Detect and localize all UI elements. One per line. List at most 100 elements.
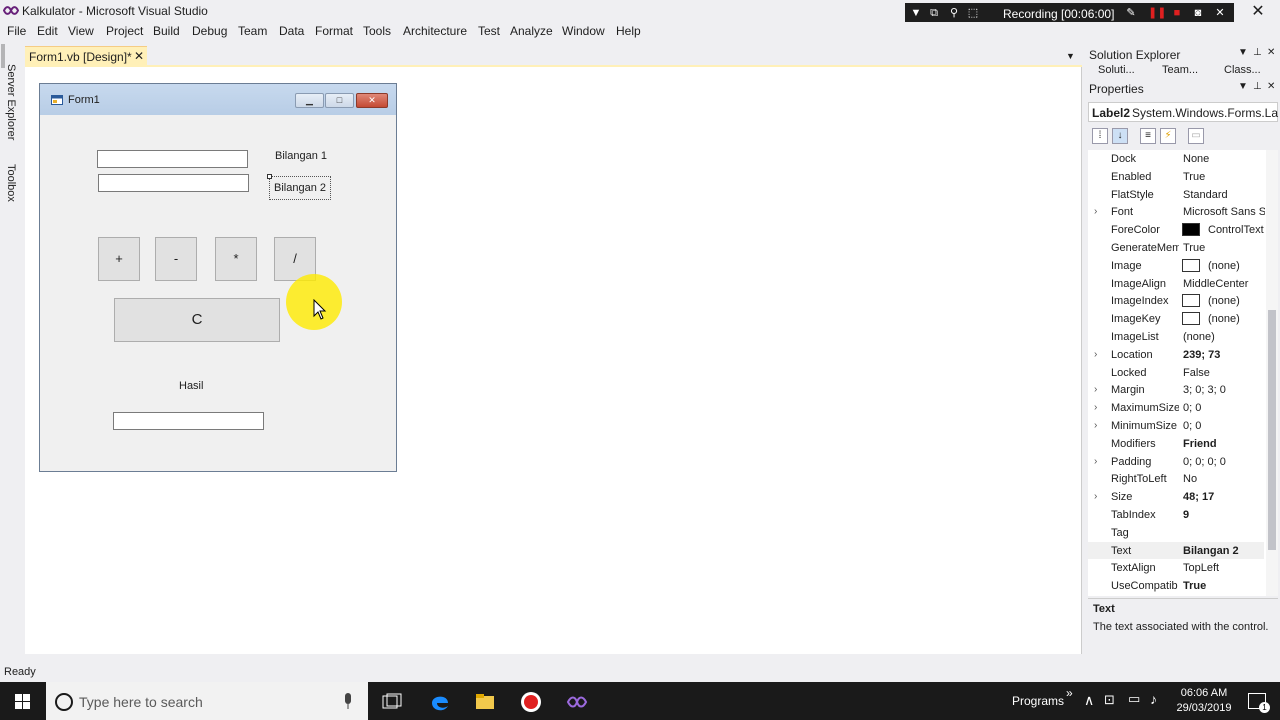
property-value[interactable]: (none) <box>1183 331 1265 343</box>
property-row[interactable]: UseCompatib True <box>1088 577 1264 595</box>
window-close-icon[interactable]: ✕ <box>1243 1 1273 23</box>
property-row[interactable]: › Padding 0; 0; 0; 0 <box>1088 453 1264 471</box>
property-value[interactable]: MiddleCenter <box>1183 278 1265 290</box>
panel-close-icon[interactable]: ✕ <box>1267 47 1275 58</box>
expand-chevron-icon[interactable]: › <box>1094 402 1097 413</box>
properties-pin-icon[interactable]: ⊥ <box>1253 81 1262 92</box>
property-row[interactable]: ForeColor ControlText <box>1088 221 1264 239</box>
property-row[interactable]: › MaximumSize 0; 0 <box>1088 399 1264 417</box>
label-bilangan1[interactable]: Bilangan 1 <box>275 150 327 162</box>
restore-icon[interactable]: ⧉ <box>927 6 941 20</box>
dropdown-icon[interactable]: ▼ <box>909 6 923 20</box>
property-value[interactable]: TopLeft <box>1183 562 1265 574</box>
textbox-bilangan1[interactable] <box>97 150 248 168</box>
property-row[interactable]: Image (none) <box>1088 257 1264 275</box>
notification-center-icon[interactable]: 1 <box>1248 693 1270 713</box>
toolbar-expand-icon[interactable]: » <box>1066 686 1073 700</box>
pen-icon[interactable]: ✎ <box>1124 6 1138 20</box>
expand-chevron-icon[interactable]: › <box>1094 349 1097 360</box>
toolbox-tab[interactable]: Toolbox <box>1 164 17 202</box>
property-value[interactable]: (none) <box>1208 295 1266 307</box>
visual-studio-taskbar-icon[interactable] <box>566 691 588 713</box>
tab-class[interactable]: Class... <box>1224 64 1261 74</box>
panel-dropdown-icon[interactable]: ▼ <box>1238 47 1248 58</box>
menu-window[interactable]: Window <box>562 24 605 38</box>
minus-button[interactable]: - <box>155 237 197 281</box>
camera-icon[interactable]: ◙ <box>1191 6 1205 20</box>
tab-dropdown-icon[interactable]: ▼ <box>1066 51 1075 61</box>
property-row[interactable]: Dock None <box>1088 150 1264 168</box>
menu-help[interactable]: Help <box>616 24 641 38</box>
properties-object-selector[interactable]: Label2 System.Windows.Forms.La <box>1088 102 1278 122</box>
scrollbar-thumb[interactable] <box>1268 310 1276 550</box>
property-value[interactable]: Microsoft Sans S <box>1183 206 1265 218</box>
network-icon[interactable]: ⊡ <box>1104 692 1115 708</box>
menu-test[interactable]: Test <box>478 24 500 38</box>
menu-project[interactable]: Project <box>106 24 143 38</box>
battery-icon[interactable]: ▭ <box>1128 691 1140 707</box>
property-row[interactable]: TextAlign TopLeft <box>1088 559 1264 577</box>
minimize-icon[interactable]: ▁ <box>295 93 324 108</box>
tab-team[interactable]: Team... <box>1162 64 1198 74</box>
property-value[interactable]: Standard <box>1183 189 1265 201</box>
crop-icon[interactable]: ⬚ <box>966 6 980 20</box>
tab-form1-design[interactable]: Form1.vb [Design]* ✕ <box>25 46 147 65</box>
property-row[interactable]: ImageIndex (none) <box>1088 292 1264 310</box>
property-row[interactable]: › Font Microsoft Sans S <box>1088 203 1265 221</box>
expand-chevron-icon[interactable]: › <box>1094 420 1097 431</box>
property-row[interactable]: FlatStyle Standard <box>1088 186 1264 204</box>
property-value[interactable]: True <box>1183 171 1265 183</box>
categorized-icon[interactable]: ⁞ <box>1092 128 1108 144</box>
property-row[interactable]: Modifiers Friend <box>1088 435 1264 453</box>
tray-chevron-icon[interactable]: ∧ <box>1084 692 1094 709</box>
property-row[interactable]: TabIndex 9 <box>1088 506 1264 524</box>
property-value[interactable]: Friend <box>1183 438 1265 450</box>
property-value[interactable]: (none) <box>1208 313 1266 325</box>
pin-icon[interactable]: ⊥ <box>1253 47 1262 58</box>
property-value[interactable]: No <box>1183 473 1265 485</box>
start-button[interactable] <box>0 682 46 720</box>
menu-build[interactable]: Build <box>153 24 180 38</box>
tab-solution[interactable]: Soluti... <box>1098 64 1135 74</box>
property-value[interactable]: True <box>1183 242 1265 254</box>
microphone-icon[interactable] <box>342 693 354 710</box>
property-pages-icon[interactable]: ▭ <box>1188 128 1204 144</box>
property-row[interactable]: Text Bilangan 2 <box>1088 541 1265 560</box>
properties-view-icon[interactable]: ≡ <box>1140 128 1156 144</box>
menu-team[interactable]: Team <box>238 24 267 38</box>
volume-icon[interactable]: ♪ <box>1150 691 1157 707</box>
expand-chevron-icon[interactable]: › <box>1094 456 1097 467</box>
form1-window[interactable]: Form1 ▁ □ ✕ Bilangan 1 Bilangan 2 + - * … <box>39 83 397 472</box>
menu-file[interactable]: File <box>7 24 26 38</box>
expand-chevron-icon[interactable]: › <box>1094 206 1097 217</box>
property-row[interactable]: Enabled True <box>1088 168 1264 186</box>
property-value[interactable]: False <box>1183 367 1265 379</box>
programs-toolbar[interactable]: Programs <box>1012 694 1064 708</box>
label-bilangan2-selected[interactable]: Bilangan 2 <box>269 176 331 200</box>
menu-edit[interactable]: Edit <box>37 24 58 38</box>
menu-view[interactable]: View <box>68 24 94 38</box>
expand-chevron-icon[interactable]: › <box>1094 491 1097 502</box>
menu-tools[interactable]: Tools <box>363 24 391 38</box>
taskbar-search-box[interactable]: Type here to search <box>46 682 368 720</box>
property-value[interactable]: 3; 0; 3; 0 <box>1183 384 1265 396</box>
property-value[interactable]: (none) <box>1208 260 1266 272</box>
task-view-icon[interactable] <box>381 691 403 713</box>
zoom-icon[interactable]: ⚲ <box>947 6 961 20</box>
menu-architecture[interactable]: Architecture <box>403 24 467 38</box>
file-explorer-icon[interactable] <box>474 691 496 713</box>
property-value[interactable]: 0; 0 <box>1183 420 1265 432</box>
expand-chevron-icon[interactable]: › <box>1094 384 1097 395</box>
menu-format[interactable]: Format <box>315 24 353 38</box>
property-row[interactable]: › MinimumSize 0; 0 <box>1088 417 1264 435</box>
menu-data[interactable]: Data <box>279 24 304 38</box>
property-value[interactable]: 48; 17 <box>1183 491 1265 503</box>
events-icon[interactable]: ⚡ <box>1160 128 1176 144</box>
menu-analyze[interactable]: Analyze <box>510 24 553 38</box>
property-row[interactable]: GenerateMem True <box>1088 239 1264 257</box>
property-value[interactable]: Bilangan 2 <box>1183 545 1265 557</box>
label-hasil[interactable]: Hasil <box>179 380 203 392</box>
form-close-icon[interactable]: ✕ <box>356 93 388 108</box>
property-row[interactable]: Tag <box>1088 524 1264 542</box>
property-row[interactable]: Locked False <box>1088 364 1264 382</box>
